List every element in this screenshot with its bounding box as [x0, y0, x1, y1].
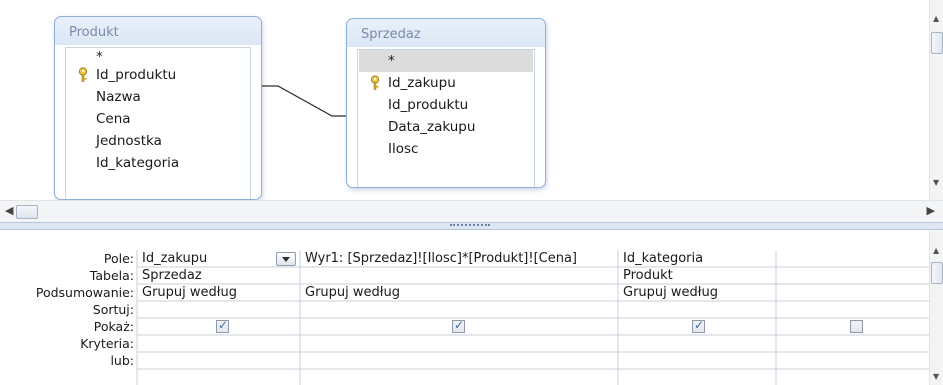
scroll-thumb[interactable] — [931, 262, 943, 284]
field-produkt-cena[interactable]: Cena — [96, 108, 131, 130]
row-label-sortuj: Sortuj: — [92, 302, 134, 317]
grid-col4-pole[interactable] — [777, 251, 927, 267]
field-label: Id_produktu — [96, 67, 177, 83]
row-label-podsumowanie: Podsumowanie: — [35, 285, 134, 300]
checkmark-icon: ✓ — [694, 318, 705, 332]
scroll-thumb[interactable] — [931, 32, 943, 54]
grid-col2-kryteria[interactable] — [301, 336, 617, 352]
grid-col3-tabela[interactable]: Produkt — [619, 268, 775, 284]
grid-col1-tabela[interactable]: Sprzedaz — [138, 268, 298, 284]
scroll-down-icon[interactable]: ▼ — [933, 178, 939, 187]
grid-col3-kryteria[interactable] — [619, 336, 775, 352]
field-sprzedaz-id-produktu[interactable]: Id_produktu — [388, 94, 468, 116]
grid-col3-sortuj[interactable] — [619, 302, 775, 318]
key-icon — [370, 75, 380, 90]
grid-col1-podsumowanie[interactable]: Grupuj według — [138, 285, 298, 301]
checkmark-icon: ✓ — [454, 318, 465, 332]
field-sprzedaz-data-zakupu[interactable]: Data_zakupu — [388, 116, 475, 138]
checkmark-icon: ✓ — [218, 318, 229, 332]
field-sprzedaz-all[interactable]: * — [359, 50, 533, 72]
scroll-thumb[interactable] — [16, 205, 38, 219]
col1-show-checkbox[interactable]: ✓ — [216, 318, 229, 333]
scroll-left-icon[interactable]: ◀ — [5, 204, 13, 217]
key-icon — [78, 67, 88, 82]
grid-col1-pole[interactable]: Id_zakupu — [138, 251, 274, 267]
row-label-pokaz: Pokaż: — [93, 319, 134, 334]
field-list-sprzedaz[interactable]: * Id_zakupu Id_produktu Data_zakupu Ilos… — [357, 49, 535, 187]
table-produkt[interactable]: Produkt * Id_produktu Nazwa Cena Jednost… — [54, 16, 262, 200]
field-sprzedaz-id-zakupu[interactable]: Id_zakupu — [370, 72, 456, 94]
row-label-tabela: Tabela: — [89, 268, 134, 283]
grid-col2-podsumowanie[interactable]: Grupuj według — [301, 285, 617, 301]
col1-dropdown-button[interactable] — [276, 252, 296, 266]
scroll-up-icon[interactable]: ▲ — [933, 14, 939, 23]
field-produkt-nazwa[interactable]: Nazwa — [96, 86, 141, 108]
row-label-kryteria: Kryteria: — [80, 336, 134, 351]
table-title-produkt: Produkt — [69, 25, 119, 40]
grid-col1-kryteria[interactable] — [138, 336, 298, 352]
scroll-down-icon[interactable]: ▼ — [933, 372, 939, 381]
query-grid-pane: Pole: Tabela: Podsumowanie: Sortuj: Poka… — [0, 230, 943, 385]
scroll-right-icon[interactable]: ▶ — [927, 204, 935, 217]
row-label-pole: Pole: — [103, 251, 134, 266]
field-produkt-id-produktu[interactable]: Id_produktu — [78, 64, 177, 86]
col3-show-checkbox[interactable]: ✓ — [692, 318, 705, 333]
grid-col2-sortuj[interactable] — [301, 302, 617, 318]
row-label-lub: lub: — [110, 353, 134, 368]
scroll-up-icon[interactable]: ▲ — [933, 246, 939, 255]
grid-col4-podsumowanie[interactable] — [777, 285, 927, 301]
design-horizontal-scrollbar[interactable]: ◀ ▶ — [0, 200, 943, 222]
grid-col1-sortuj[interactable] — [138, 302, 298, 318]
table-sprzedaz[interactable]: Sprzedaz * Id_zakupu Id_produktu Data_za… — [346, 18, 546, 188]
field-list-produkt[interactable]: * Id_produktu Nazwa Cena Jednostka Id_ka… — [65, 47, 251, 199]
field-label: Id_zakupu — [388, 75, 456, 91]
field-produkt-id-kategoria[interactable]: Id_kategoria — [96, 152, 179, 174]
table-title-sprzedaz: Sprzedaz — [361, 27, 421, 42]
splitter-grip-icon[interactable] — [450, 224, 490, 228]
grid-vertical-scrollbar[interactable]: ▲ ▼ — [929, 230, 943, 385]
query-design-pane: Produkt * Id_produktu Nazwa Cena Jednost… — [0, 0, 943, 225]
pane-splitter[interactable] — [0, 222, 943, 230]
grid-col3-pole[interactable]: Id_kategoria — [619, 251, 775, 267]
col2-show-checkbox[interactable]: ✓ — [452, 318, 465, 333]
col4-show-checkbox[interactable] — [850, 320, 863, 333]
grid-col4-tabela[interactable] — [777, 268, 927, 284]
design-vertical-scrollbar[interactable]: ▲ ▼ — [929, 0, 943, 200]
field-sprzedaz-ilosc[interactable]: Ilosc — [388, 138, 418, 160]
grid-col2-tabela[interactable] — [301, 268, 617, 284]
grid-col3-podsumowanie[interactable]: Grupuj według — [619, 285, 775, 301]
grid-col2-pole[interactable]: Wyr1: [Sprzedaz]![Ilosc]*[Produkt]![Cena… — [301, 251, 617, 267]
chevron-down-icon — [282, 257, 290, 262]
field-produkt-jednostka[interactable]: Jednostka — [96, 130, 162, 152]
